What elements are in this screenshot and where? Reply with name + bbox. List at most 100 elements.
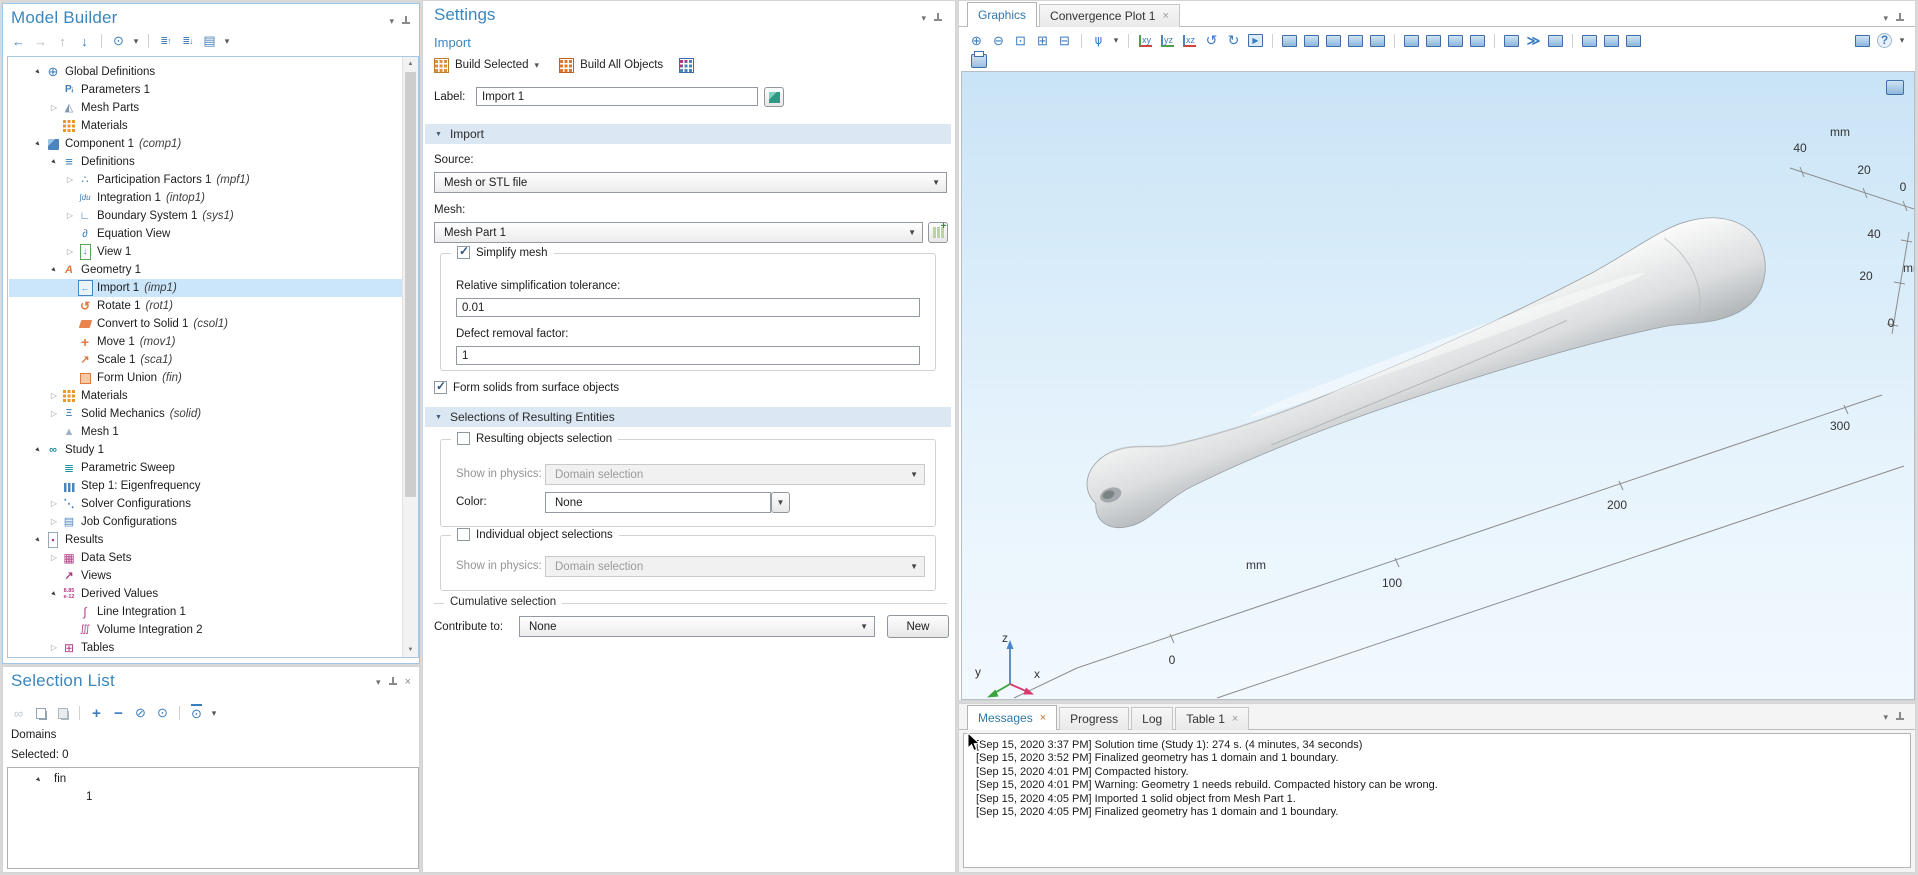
snapshot-icon[interactable] [1502,31,1521,50]
tab-convergence-plot-1[interactable]: Convergence Plot 1 × [1039,4,1180,27]
back-icon[interactable] [9,32,28,50]
expander-icon[interactable]: ▷ [47,639,61,657]
windows-icon[interactable] [1853,31,1872,50]
print-plot-icon[interactable] [1546,31,1565,50]
expander-icon[interactable]: ▷ [47,549,61,567]
resulting-objects-checkbox[interactable] [457,432,470,445]
print-icon[interactable] [971,51,987,68]
build-preview-icon[interactable] [679,57,695,73]
selection-listbox[interactable]: ▸ fin 1 [7,767,419,869]
pin-icon[interactable] [1895,13,1905,23]
animation-icon[interactable] [1524,31,1543,50]
create-selection-button[interactable] [764,87,784,107]
tree-item-solver-configurations[interactable]: ▷ Solver Configurations [9,495,402,513]
zoom-box-icon[interactable] [1011,31,1030,50]
tree-item-form-union[interactable]: Form Union (fin) [9,369,402,387]
dd-icon[interactable] [209,704,219,722]
tab-progress[interactable]: Progress [1059,707,1130,730]
rotate-ccw-icon[interactable] [1202,31,1221,50]
expander-icon[interactable]: ▷ [47,405,61,423]
expander-icon[interactable]: ▷ [63,243,77,261]
dd-icon[interactable] [1897,31,1907,50]
zoom-extents-icon[interactable] [1033,31,1052,50]
tree-item-step-1-eigenfrequency[interactable]: Step 1: Eigenfrequency [9,477,402,495]
reset-hiding-icon[interactable] [1602,31,1621,50]
panel-menu-icon[interactable]: ▾ [1883,712,1888,722]
movie-icon[interactable] [1246,31,1265,50]
expander-icon[interactable]: ▷ [47,99,61,117]
default-view-icon[interactable] [1089,31,1108,50]
tree-item-mesh-parts[interactable]: ▷ Mesh Parts [9,99,402,117]
panel-menu-icon[interactable]: ▾ [921,13,926,23]
hide-selected-icon[interactable] [1580,31,1599,50]
scene-light-icon[interactable] [1280,31,1299,50]
tree-item-rotate-1[interactable]: Rotate 1 (rot1) [9,297,402,315]
deselect-icon[interactable] [1446,31,1465,50]
tree-item-line-integration-1[interactable]: Line Integration 1 [9,603,402,621]
expander-icon[interactable]: ▸ [31,771,47,787]
tree-item-scale-1[interactable]: Scale 1 (sca1) [9,351,402,369]
panel-menu-icon[interactable]: ▾ [389,16,394,26]
show-icon[interactable] [109,32,128,50]
tree-item-boundary-system-1[interactable]: ▷ Boundary System 1 (sys1) [9,207,402,225]
defect-removal-input[interactable] [456,346,920,365]
close-icon[interactable]: × [405,676,411,687]
mesh-select[interactable]: Mesh Part 1 ▼ [434,222,923,243]
tree-item-participation-factors-1[interactable]: ▷ Participation Factors 1 (mpf1) [9,171,402,189]
tree-item-equation-view[interactable]: Equation View [9,225,402,243]
close-tab-icon[interactable]: × [1162,10,1168,22]
tab-table-1[interactable]: Table 1 × [1175,707,1250,730]
select-lasso-icon[interactable] [1424,31,1443,50]
close-tab-icon[interactable]: × [1040,712,1046,724]
zoom-selection-icon[interactable] [1468,31,1487,50]
label-input[interactable] [476,87,758,106]
graphics-canvas[interactable]: 0100200300mm40200mm40200mmzyx [961,71,1915,700]
color-dropdown-arrow-button[interactable]: ▼ [771,492,790,513]
show-sel-icon[interactable] [153,704,172,722]
tree-item-convert-to-solid-1[interactable]: Convert to Solid 1 (csol1) [9,315,402,333]
panel-menu-icon[interactable]: ▾ [1883,13,1888,23]
copy-icon[interactable] [31,704,50,722]
forward-icon[interactable] [31,32,50,50]
tree-item-materials[interactable]: ▷ Materials [9,387,402,405]
xy-view-icon[interactable] [1136,31,1155,50]
expander-icon[interactable]: ▷ [47,495,61,513]
expand-all-icon[interactable] [178,32,197,50]
expander-icon[interactable]: ▷ [63,207,77,225]
section-header-selections[interactable]: ▼ Selections of Resulting Entities [425,407,951,427]
individual-objects-checkbox[interactable] [457,528,470,541]
color-select[interactable]: None [545,492,771,513]
section-header-import[interactable]: ▼ Import [425,124,951,144]
zoom-selected-icon[interactable] [1055,31,1074,50]
selection-item[interactable]: 1 [86,791,92,803]
pin-icon[interactable] [1895,712,1905,722]
tree-item-parametric-sweep[interactable]: Parametric Sweep [9,459,402,477]
scroll-up-icon[interactable]: ▲ [403,57,418,71]
tree-item-solid-mechanics[interactable]: ▷ Solid Mechanics (solid) [9,405,402,423]
expander-icon[interactable]: ▷ [63,171,77,189]
transparency-icon[interactable] [1302,31,1321,50]
link-icon[interactable] [9,704,28,722]
tree-item-parameters-1[interactable]: Parameters 1 [9,81,402,99]
zoom-in-icon[interactable] [967,31,986,50]
messages-log[interactable]: [Sep 15, 2020 3:37 PM] Solution time (St… [963,733,1911,868]
tree-item-results[interactable]: ▸Results [9,531,402,549]
dd-icon[interactable] [131,32,141,50]
expander-icon[interactable]: ▷ [47,387,61,405]
tree-item-import-1[interactable]: Import 1 (imp1) [9,279,402,297]
go-to-node-icon[interactable] [200,32,219,50]
tree-item-materials[interactable]: Materials [9,117,402,135]
material-color-icon[interactable] [1346,31,1365,50]
selection-group-row[interactable]: ▸ fin [32,773,66,785]
panel-menu-icon[interactable]: ▾ [376,677,381,687]
rotate-cw-icon[interactable] [1224,31,1243,50]
graphics-quick-access-icon[interactable] [1886,80,1904,95]
tree-item-geometry-1[interactable]: ▸Geometry 1 [9,261,402,279]
tree-item-job-configurations[interactable]: ▷ Job Configurations [9,513,402,531]
tree-scrollbar[interactable]: ▲ ▼ [402,57,418,657]
tree-item-mesh-1[interactable]: Mesh 1 [9,423,402,441]
tree-item-move-1[interactable]: Move 1 (mov1) [9,333,402,351]
remove-icon[interactable] [109,704,128,722]
tree-item-global-definitions[interactable]: ▸Global Definitions [9,63,402,81]
dd-icon[interactable] [222,32,232,50]
